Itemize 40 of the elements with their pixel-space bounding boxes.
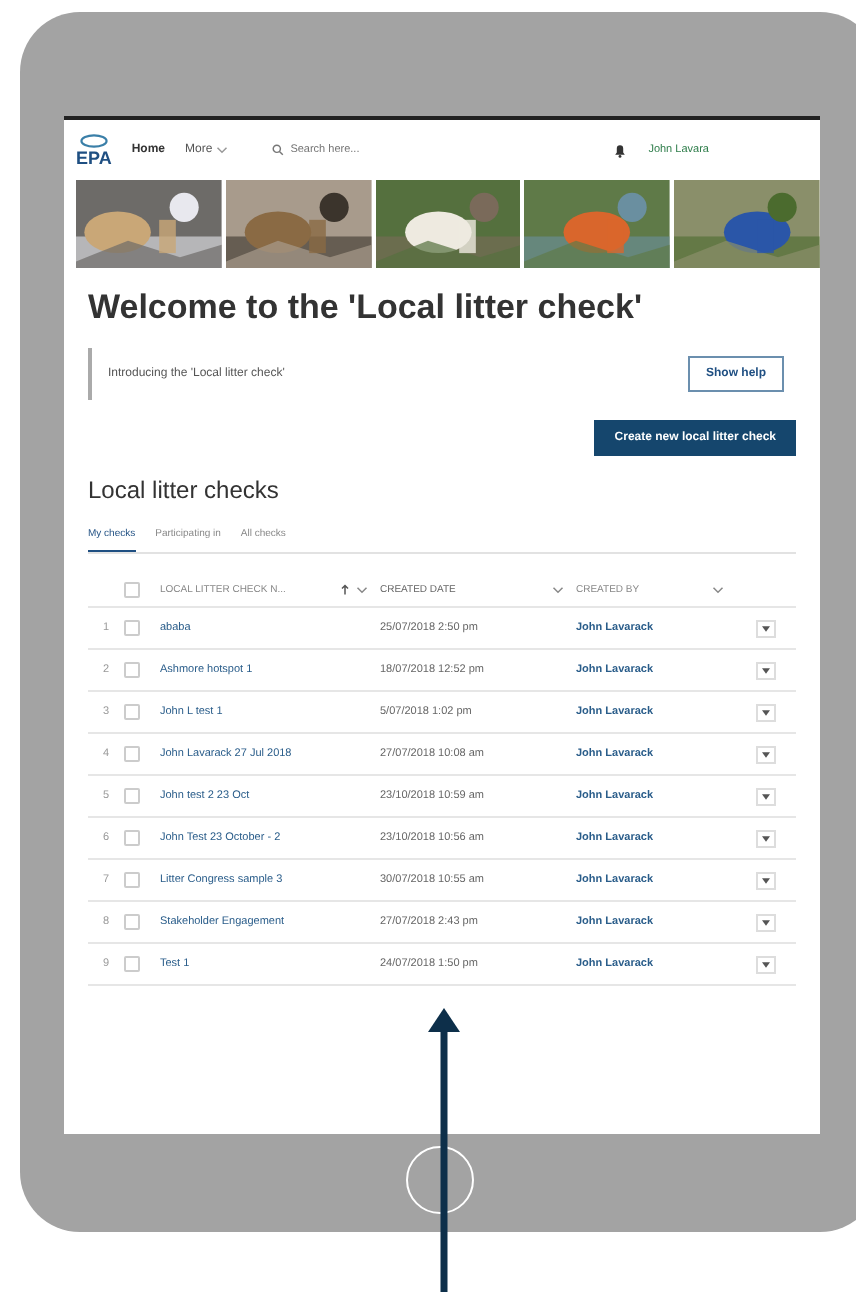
caret-icon — [762, 625, 770, 631]
caret-icon — [762, 919, 770, 925]
chevron-icon[interactable] — [712, 586, 724, 594]
checkbox[interactable] — [124, 956, 140, 972]
checkbox[interactable] — [124, 746, 140, 762]
caret-icon — [762, 751, 770, 757]
checkbox[interactable] — [124, 788, 140, 804]
checkbox[interactable] — [124, 620, 140, 636]
row-menu-button[interactable] — [756, 829, 776, 847]
logo-text: EPA — [76, 147, 112, 167]
chevron-icon[interactable] — [552, 586, 564, 594]
sort-arrow-icon — [340, 584, 350, 596]
checkbox[interactable] — [124, 582, 140, 598]
caret-icon — [762, 835, 770, 841]
bell-icon[interactable] — [612, 142, 629, 158]
checkbox[interactable] — [124, 662, 140, 678]
checkbox[interactable] — [124, 704, 140, 720]
checkbox[interactable] — [124, 830, 140, 846]
row-menu-button[interactable] — [756, 703, 776, 721]
caret-icon — [762, 709, 770, 715]
logo-icon — [79, 133, 108, 147]
row-menu-button[interactable] — [756, 745, 776, 763]
chevron-icon[interactable] — [356, 586, 368, 594]
checkbox[interactable] — [124, 872, 140, 888]
caret-icon — [762, 961, 770, 967]
home-button[interactable] — [406, 1146, 474, 1214]
row-menu-button[interactable] — [756, 955, 776, 973]
page-title: Welcome to the 'Local litter check' — [88, 288, 645, 328]
search-icon — [272, 144, 285, 156]
row-menu-button[interactable] — [756, 661, 776, 679]
caret-icon — [762, 667, 770, 673]
checkbox[interactable] — [124, 914, 140, 930]
caret-icon — [762, 793, 770, 799]
section-title: Local litter checks — [88, 476, 281, 504]
row-menu-button[interactable] — [756, 787, 776, 805]
caret-icon — [762, 877, 770, 883]
row-menu-button[interactable] — [756, 619, 776, 637]
row-menu-button[interactable] — [756, 871, 776, 889]
row-menu-button[interactable] — [756, 913, 776, 931]
chevron-icon — [216, 146, 229, 154]
